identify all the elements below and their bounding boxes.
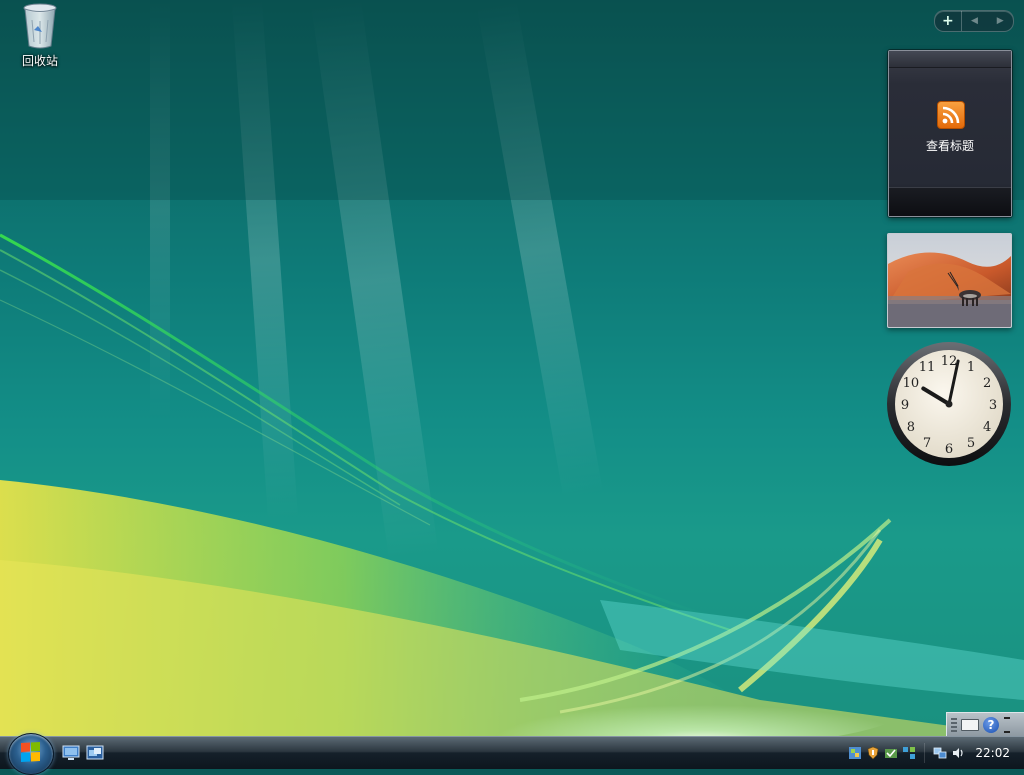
network-icon[interactable] (933, 746, 947, 760)
clock-numeral: 7 (923, 436, 931, 451)
start-button[interactable] (8, 733, 54, 775)
taskbar: 22:02 (0, 733, 1024, 775)
show-desktop-icon (62, 745, 80, 760)
feed-gadget-bottombar (889, 187, 1011, 216)
clock-numeral: 1 (967, 360, 975, 375)
tray-separator (924, 743, 926, 763)
sync-icon[interactable] (902, 746, 916, 760)
security-shield-icon[interactable] (866, 746, 880, 760)
next-page-button[interactable]: ▶ (987, 11, 1013, 31)
previous-page-button[interactable]: ◀ (962, 11, 988, 31)
clock-numeral: 3 (989, 398, 997, 413)
switch-windows-button[interactable] (86, 745, 104, 761)
view-headlines-link[interactable]: 查看标题 (889, 137, 1011, 154)
windows-update-icon[interactable] (848, 746, 862, 760)
help-icon[interactable]: ? (983, 716, 999, 733)
volume-icon[interactable] (951, 746, 965, 760)
language-bar-grip[interactable] (951, 717, 957, 732)
clock-numeral: 11 (919, 360, 936, 375)
clock-numeral: 2 (983, 376, 991, 391)
clock-numeral: 6 (945, 442, 953, 457)
clock-gadget[interactable]: 12 1 2 3 4 5 6 7 8 9 10 11 (886, 341, 1012, 467)
clock-numeral: 4 (983, 420, 991, 435)
recycle-bin[interactable]: 回收站 (12, 2, 68, 69)
language-bar-options[interactable] (1003, 716, 1011, 733)
show-desktop-button[interactable] (62, 745, 80, 761)
feed-gadget-topbar (889, 51, 1011, 68)
keyboard-icon[interactable] (961, 718, 979, 731)
system-tray: 22:02 (848, 737, 1024, 769)
slideshow-gadget[interactable] (887, 233, 1012, 328)
switch-windows-icon (86, 745, 104, 760)
language-bar: ? (946, 712, 1024, 736)
defender-icon[interactable] (884, 746, 898, 760)
slideshow-photo (888, 234, 1011, 327)
recycle-bin-icon (20, 2, 60, 50)
desktop-wallpaper (0, 0, 1024, 768)
clock-numeral: 5 (967, 436, 975, 451)
clock-numeral: 12 (941, 354, 958, 369)
taskbar-clock[interactable]: 22:02 (975, 746, 1010, 760)
rss-icon[interactable] (937, 101, 965, 129)
clock-numeral: 9 (901, 398, 909, 413)
windows-start-icon (21, 742, 40, 762)
sidebar-controls: + ◀ ▶ (934, 10, 1014, 32)
clock-numeral: 8 (907, 420, 915, 435)
clock-center-cap (945, 400, 953, 408)
feed-headlines-gadget[interactable]: 查看标题 (888, 50, 1012, 217)
clock-numeral: 10 (903, 376, 920, 391)
recycle-bin-label: 回收站 (21, 54, 58, 68)
add-gadget-button[interactable]: + (935, 11, 962, 31)
